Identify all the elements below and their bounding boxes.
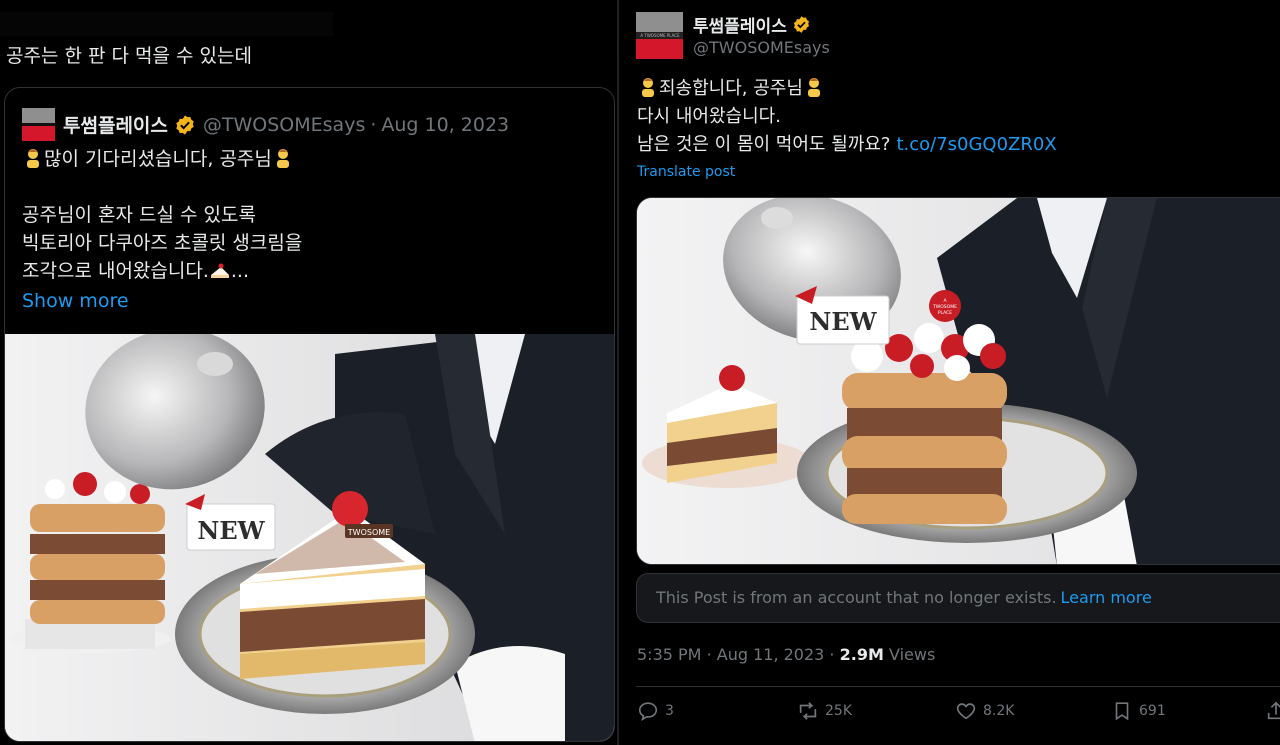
- translate-post-link[interactable]: Translate post: [637, 164, 735, 180]
- quoted-post-header: 투썸플레이스 @TWOSOMEsays · Aug 10, 2023: [22, 108, 509, 141]
- notice-text: This Post is from an account that no lon…: [656, 588, 1057, 607]
- quoted-line-1: 많이 기다리셨습니다, 공주님: [44, 148, 272, 170]
- person-bowing-emoji-icon: [642, 78, 654, 97]
- views-count: 2.9M: [839, 645, 884, 664]
- separator-dot: ·: [370, 113, 377, 136]
- cake-slice-photo: TWOSOME NEW: [5, 334, 614, 741]
- quoted-handle[interactable]: @TWOSOMEsays: [203, 114, 365, 136]
- person-bowing-emoji-icon: [807, 78, 820, 97]
- post-body: 죄송합니다, 공주님 다시 내어왔습니다. 남은 것은 이 몸이 먹어도 될까요…: [637, 75, 1057, 159]
- post-date[interactable]: Aug 11, 2023: [717, 645, 825, 664]
- right-screenshot: A TWOSOME PLACE 투썸플레이스 @TWOSOMEsays 죄송합니…: [619, 0, 1280, 745]
- left-screenshot: 공주는 한 판 다 먹을 수 있는데 투썸플레이스 @TWOSOMEsays ·…: [0, 0, 617, 745]
- twosome-avatar[interactable]: [22, 108, 55, 141]
- badge-line-3: PLACE: [938, 310, 952, 316]
- reply-icon: [638, 702, 658, 722]
- post-link[interactable]: t.co/7s0GQ0ZR0X: [896, 134, 1056, 155]
- quoted-line-4-tail: ...: [230, 260, 250, 282]
- whole-cake-photo: NEW A TWOSOME PLACE: [637, 198, 1280, 564]
- post-text: 공주는 한 판 다 먹을 수 있는데: [6, 45, 252, 67]
- share-button[interactable]: [1265, 700, 1280, 722]
- views-label: Views: [888, 645, 936, 664]
- author-handle[interactable]: @TWOSOMEsays: [693, 38, 830, 57]
- cake-emoji-icon: [210, 263, 229, 278]
- new-tag-text: NEW: [809, 307, 877, 336]
- person-bowing-emoji-icon: [276, 149, 289, 168]
- unavailable-post-notice: This Post is from an account that no lon…: [636, 573, 1280, 623]
- verified-badge-icon: [793, 16, 809, 33]
- action-bar: 3 25K 8.2K 691: [637, 700, 1280, 728]
- quoted-date[interactable]: Aug 10, 2023: [381, 114, 509, 136]
- quoted-line-2: 공주님이 혼자 드실 수 있도록: [22, 204, 256, 226]
- reply-count: 3: [665, 703, 674, 719]
- twosome-avatar[interactable]: A TWOSOME PLACE: [636, 12, 683, 59]
- quoted-display-name[interactable]: 투썸플레이스: [63, 111, 168, 138]
- post-image[interactable]: NEW A TWOSOME PLACE: [636, 197, 1280, 565]
- avatar-brand-text: A TWOSOME PLACE: [640, 33, 680, 38]
- meta-dot: ·: [706, 645, 712, 664]
- like-button[interactable]: 8.2K: [955, 700, 1014, 722]
- bookmark-icon: [1115, 702, 1129, 721]
- brand-tag-text: TWOSOME: [347, 528, 390, 537]
- post-line-2: 다시 내어왔습니다.: [637, 106, 781, 127]
- quoted-post-image[interactable]: TWOSOME NEW: [5, 334, 614, 741]
- share-icon: [1267, 701, 1280, 720]
- bookmark-button[interactable]: 691: [1111, 700, 1166, 722]
- reply-button[interactable]: 3: [637, 700, 674, 722]
- post-line-3: 남은 것은 이 몸이 먹어도 될까요?: [637, 134, 891, 155]
- author-display-name[interactable]: 투썸플레이스: [693, 12, 787, 37]
- like-icon: [956, 703, 976, 720]
- divider-line: [636, 686, 1280, 687]
- repost-button[interactable]: 25K: [797, 700, 852, 722]
- bookmark-count: 691: [1139, 703, 1166, 719]
- person-bowing-emoji-icon: [27, 149, 39, 168]
- verified-badge-icon: [176, 114, 194, 135]
- post-line-1: 죄송합니다, 공주님: [659, 78, 803, 99]
- quoted-line-4: 조각으로 내어왔습니다.: [22, 260, 209, 282]
- quoted-post-body: 많이 기다리셨습니다, 공주님 공주님이 혼자 드실 수 있도록 빅토리아 다쿠…: [22, 145, 302, 315]
- show-more-link[interactable]: Show more: [22, 287, 302, 315]
- post-time[interactable]: 5:35 PM: [637, 645, 701, 664]
- badge-line-2: TWOSOME: [932, 304, 957, 310]
- quoted-line-3: 빅토리아 다쿠아즈 초콜릿 생크림을: [22, 232, 303, 254]
- redacted-header: [0, 12, 333, 36]
- new-tag-text: NEW: [197, 516, 265, 545]
- repost-count: 25K: [825, 703, 852, 719]
- quoted-post[interactable]: 투썸플레이스 @TWOSOMEsays · Aug 10, 2023 많이 기다…: [4, 87, 615, 742]
- meta-dot: ·: [829, 645, 835, 664]
- post-meta: 5:35 PM · Aug 11, 2023 · 2.9M Views: [637, 645, 935, 664]
- repost-icon: [799, 702, 817, 720]
- learn-more-link[interactable]: Learn more: [1061, 588, 1152, 607]
- author-name-row: 투썸플레이스: [693, 12, 811, 37]
- like-count: 8.2K: [983, 703, 1015, 719]
